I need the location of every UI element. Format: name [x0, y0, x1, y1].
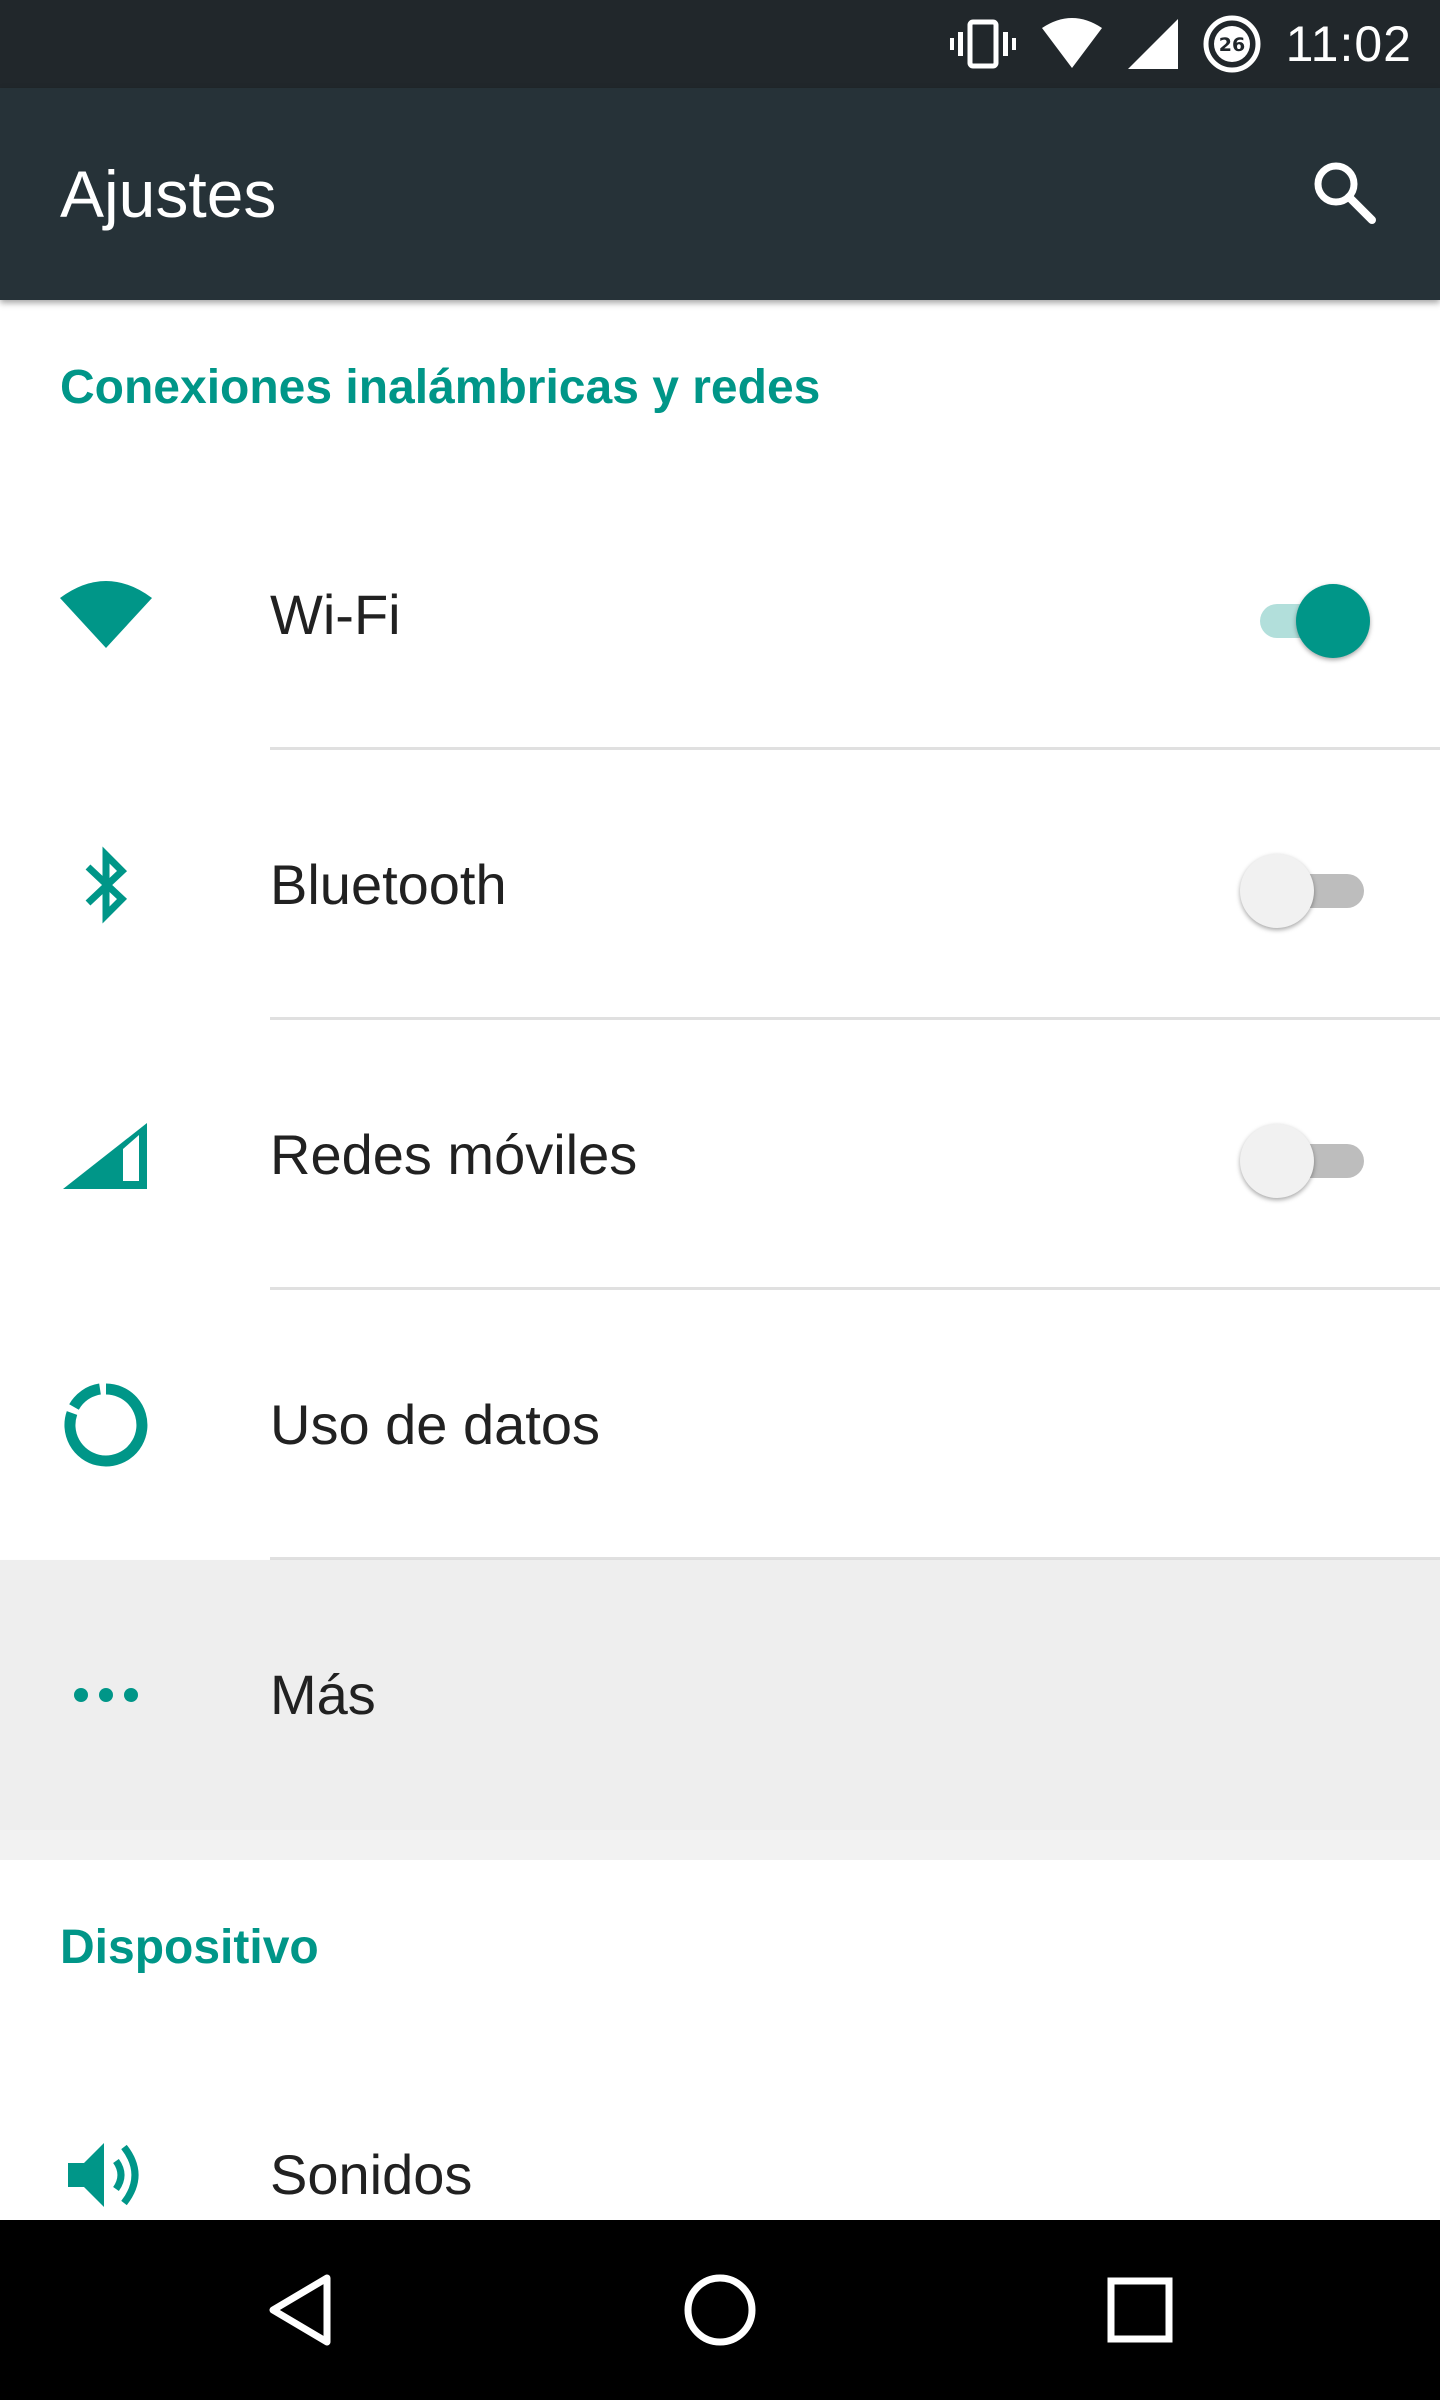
- page-title: Ajustes: [60, 157, 277, 231]
- app-toolbar: Ajustes: [0, 88, 1440, 300]
- home-icon: [684, 2274, 756, 2346]
- settings-item-bluetooth[interactable]: Bluetooth: [0, 750, 1440, 1020]
- toggle-thumb: [1240, 1124, 1314, 1198]
- home-button[interactable]: [660, 2265, 780, 2355]
- settings-item-data-usage[interactable]: Uso de datos: [0, 1290, 1440, 1560]
- settings-item-label: Redes móviles: [270, 1123, 638, 1186]
- back-button[interactable]: [240, 2265, 360, 2355]
- data-usage-icon: [56, 1375, 156, 1475]
- toggle-thumb: [1240, 854, 1314, 928]
- section-divider: [0, 1830, 1440, 1860]
- more-icon: [56, 1645, 156, 1745]
- navigation-bar: [0, 2220, 1440, 2400]
- bluetooth-toggle[interactable]: [1240, 850, 1370, 930]
- search-button[interactable]: [1296, 144, 1392, 240]
- section-header-device: Dispositivo: [60, 1921, 319, 1974]
- settings-item-label: Sonidos: [270, 2143, 473, 2206]
- settings-item-label: Wi-Fi: [270, 583, 401, 646]
- volume-icon: [56, 2125, 156, 2220]
- settings-item-label: Uso de datos: [270, 1393, 600, 1456]
- mobile-networks-toggle[interactable]: [1240, 1120, 1370, 1200]
- wifi-icon: [56, 565, 156, 665]
- settings-item-label: Más: [270, 1663, 376, 1726]
- settings-item-label: Bluetooth: [270, 853, 507, 916]
- settings-items: Wi-Fi Bluetooth Redes móviles Uso de dat…: [0, 0, 1440, 2220]
- toggle-thumb: [1296, 584, 1370, 658]
- settings-item-more[interactable]: Más: [0, 1560, 1440, 1830]
- bluetooth-icon: [56, 835, 156, 935]
- settings-item-wifi[interactable]: Wi-Fi: [0, 480, 1440, 750]
- settings-item-mobile-networks[interactable]: Redes móviles: [0, 1020, 1440, 1290]
- settings-item-sounds[interactable]: Sonidos: [0, 2040, 1440, 2220]
- wifi-toggle[interactable]: [1240, 580, 1370, 660]
- search-icon: [1314, 162, 1376, 224]
- back-icon: [269, 2274, 331, 2346]
- recents-icon: [1107, 2277, 1173, 2343]
- cell-signal-icon: [56, 1105, 156, 1205]
- recents-button[interactable]: [1080, 2265, 1200, 2355]
